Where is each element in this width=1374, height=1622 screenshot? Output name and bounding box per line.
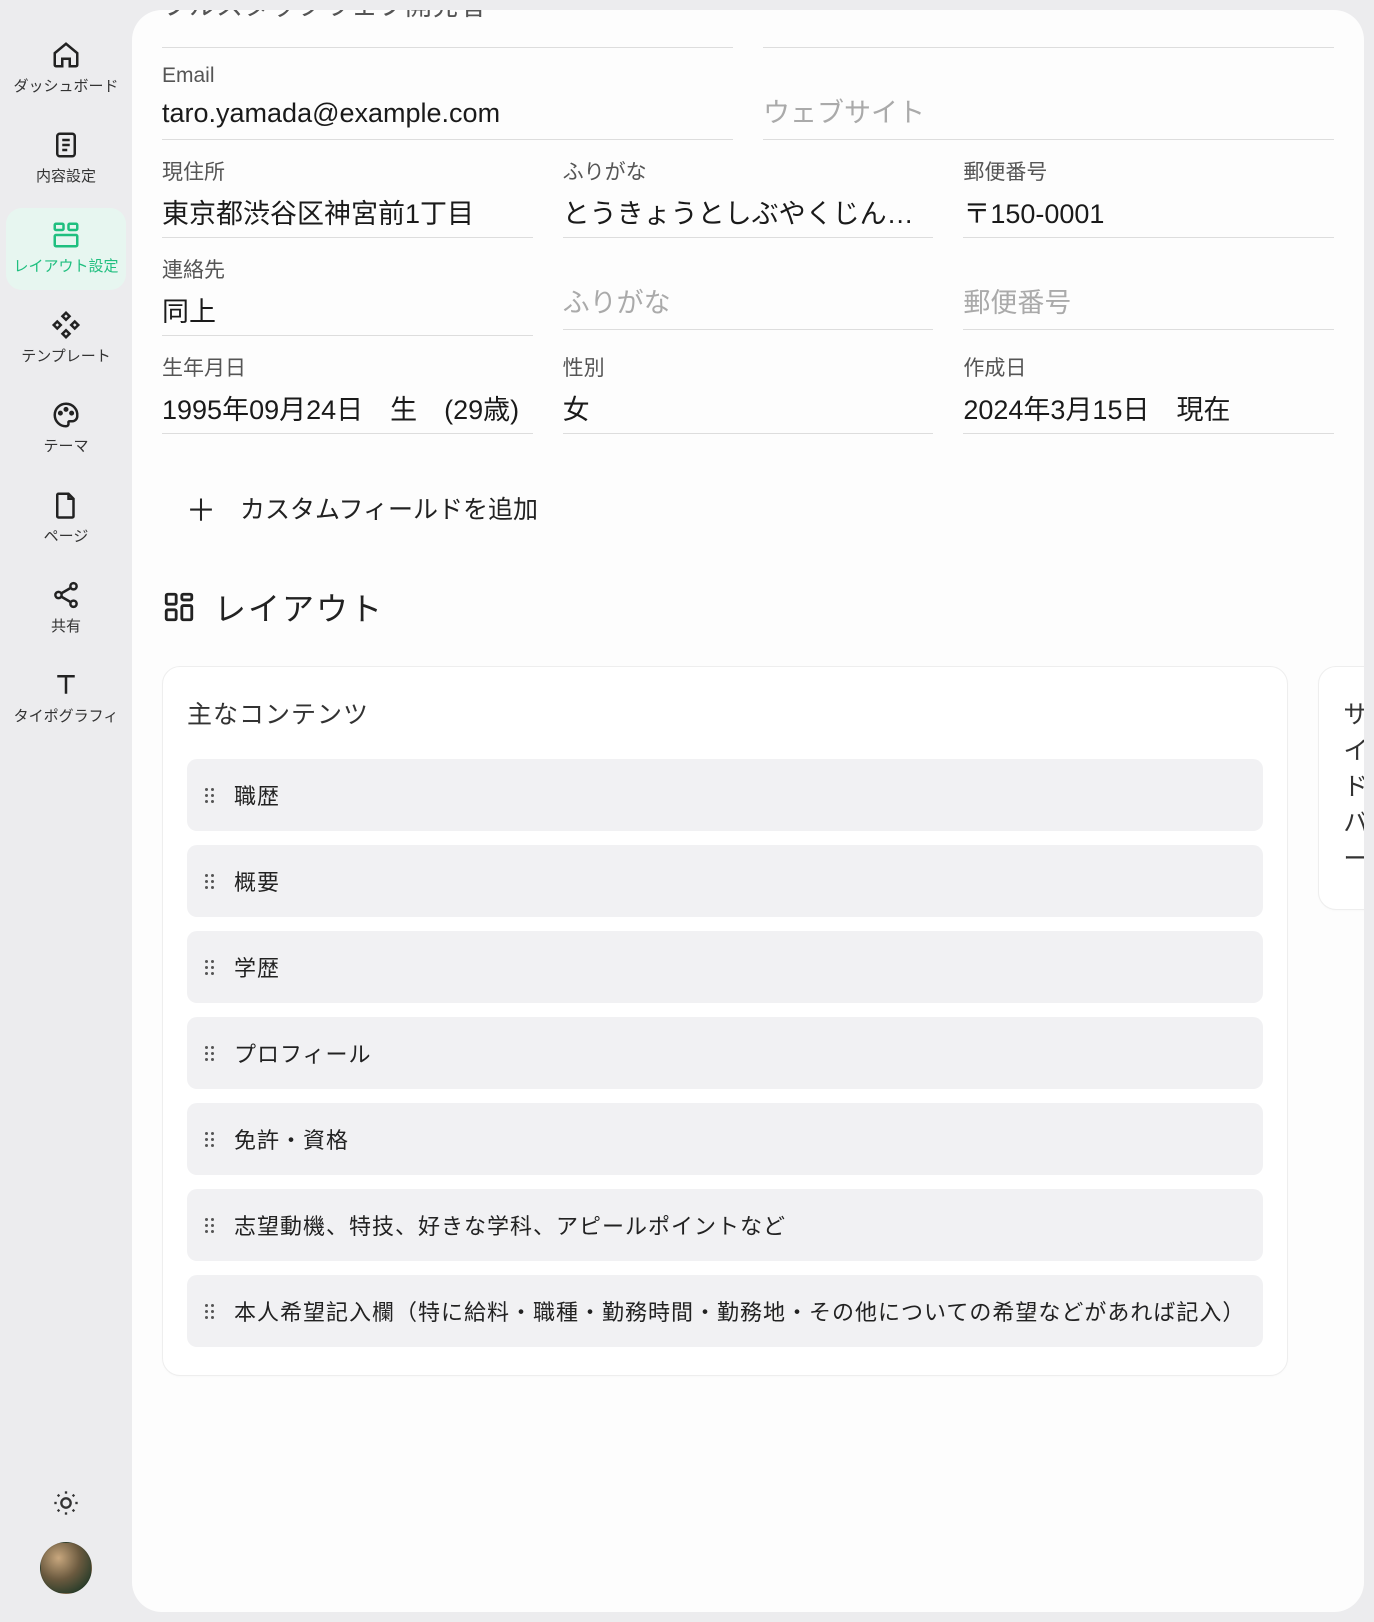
email-input[interactable]: [162, 92, 733, 140]
add-custom-field-button[interactable]: ＋ カスタムフィールドを追加: [162, 450, 1334, 550]
sidebar-item-layout[interactable]: レイアウト設定: [6, 208, 126, 290]
address-input[interactable]: [162, 190, 533, 238]
drag-handle-icon[interactable]: [205, 960, 214, 975]
contact-input[interactable]: [162, 288, 533, 336]
furigana2-input[interactable]: [563, 282, 934, 330]
website-label: [763, 64, 1334, 88]
drag-handle-icon[interactable]: [205, 1046, 214, 1061]
postal2-label: [963, 254, 1334, 278]
theme-toggle-icon[interactable]: [52, 1489, 80, 1522]
sidebar-item-typography[interactable]: タイポグラフィ: [6, 658, 126, 740]
furigana2-label: [563, 254, 934, 278]
sidebar-item-label: 共有: [51, 618, 81, 636]
created-label: 作成日: [963, 352, 1334, 382]
drag-handle-icon[interactable]: [205, 1132, 214, 1147]
headline-field[interactable]: フルスタックウェブ開発者: [162, 10, 733, 48]
gender-field-wrapper: 性別: [563, 352, 934, 434]
postal1-field-wrapper: 郵便番号: [963, 156, 1334, 238]
postal2-field-wrapper: [963, 254, 1334, 336]
created-input[interactable]: [963, 386, 1334, 434]
template-icon: [51, 310, 81, 340]
document-icon: [51, 130, 81, 160]
created-field-wrapper: 作成日: [963, 352, 1334, 434]
dob-label: 生年月日: [162, 352, 533, 382]
furigana1-label: ふりがな: [563, 156, 934, 186]
website-field-wrapper: [763, 64, 1334, 140]
postal1-label: 郵便番号: [963, 156, 1334, 186]
sidebar-item-label: テーマ: [43, 438, 88, 456]
layout-item[interactable]: 志望動機、特技、好きな学科、アピールポイントなど: [187, 1189, 1263, 1261]
layout-item-label: 職歴: [234, 779, 1245, 811]
email-label: Email: [162, 64, 733, 88]
website-input[interactable]: [763, 92, 1334, 140]
dob-field-wrapper: 生年月日: [162, 352, 533, 434]
drag-handle-icon[interactable]: [205, 1304, 214, 1319]
main-content-title: 主なコンテンツ: [187, 695, 1263, 731]
sidebar-item-label: ダッシュボード: [13, 78, 118, 96]
contact-label: 連絡先: [162, 254, 533, 284]
email-field-wrapper: Email: [162, 64, 733, 140]
layout-icon: [51, 220, 81, 250]
layout-item-label: 本人希望記入欄（特に給料・職種・勤務時間・勤務地・その他についての希望などがあれ…: [234, 1295, 1245, 1327]
sidebar-item-page[interactable]: ページ: [6, 478, 126, 560]
furigana2-field-wrapper: [563, 254, 934, 336]
sidebar-item-theme[interactable]: テーマ: [6, 388, 126, 470]
drag-handle-icon[interactable]: [205, 1218, 214, 1233]
layout-item[interactable]: プロフィール: [187, 1017, 1263, 1089]
postal2-input[interactable]: [963, 282, 1334, 330]
layout-item[interactable]: 概要: [187, 845, 1263, 917]
layout-item-label: 志望動機、特技、好きな学科、アピールポイントなど: [234, 1209, 1245, 1241]
gender-label: 性別: [563, 352, 934, 382]
sidebar-item-label: レイアウト設定: [13, 258, 118, 276]
sidebar-item-label: タイポグラフィ: [14, 708, 119, 726]
sidebar-content-title: サイドバー: [1343, 695, 1364, 875]
contact-field-wrapper: 連絡先: [162, 254, 533, 336]
page-icon: [51, 490, 81, 520]
share-icon: [51, 580, 81, 610]
drag-handle-icon[interactable]: [205, 788, 214, 803]
postal1-input[interactable]: [963, 190, 1334, 238]
layout-item[interactable]: 本人希望記入欄（特に給料・職種・勤務時間・勤務地・その他についての希望などがあれ…: [187, 1275, 1263, 1347]
sidebar-item-label: テンプレート: [21, 348, 111, 366]
app-sidebar: ダッシュボード 内容設定 レイアウト設定 テンプレート テーマ ページ 共有: [0, 0, 132, 1622]
home-icon: [51, 40, 81, 70]
furigana1-input[interactable]: [563, 190, 934, 238]
sidebar-item-content[interactable]: 内容設定: [6, 118, 126, 200]
drag-handle-icon[interactable]: [205, 874, 214, 889]
furigana1-field-wrapper: ふりがな: [563, 156, 934, 238]
add-custom-label: カスタムフィールドを追加: [240, 490, 538, 526]
layout-item-label: 学歴: [234, 951, 1245, 983]
sidebar-item-label: ページ: [44, 528, 89, 546]
layout-item-label: 免許・資格: [234, 1123, 1245, 1155]
layout-item-label: プロフィール: [234, 1037, 1245, 1069]
typography-icon: [51, 670, 81, 700]
address-label: 現住所: [162, 156, 533, 186]
layout-item[interactable]: 免許・資格: [187, 1103, 1263, 1175]
sidebar-item-template[interactable]: テンプレート: [6, 298, 126, 380]
layout-heading-icon: [162, 590, 196, 624]
main-panel: フルスタックウェブ開発者 03-1234-5678 Email 現住所 ふりがな…: [132, 10, 1364, 1612]
layout-item[interactable]: 職歴: [187, 759, 1263, 831]
dob-input[interactable]: [162, 386, 533, 434]
phone-field[interactable]: 03-1234-5678: [763, 10, 1334, 48]
palette-icon: [51, 400, 81, 430]
gender-input[interactable]: [563, 386, 934, 434]
sidebar-item-dashboard[interactable]: ダッシュボード: [6, 28, 126, 110]
address-field-wrapper: 現住所: [162, 156, 533, 238]
sidebar-item-label: 内容設定: [36, 168, 96, 186]
plus-icon: ＋: [186, 486, 216, 530]
layout-item[interactable]: 学歴: [187, 931, 1263, 1003]
layout-heading: レイアウト: [162, 584, 1334, 630]
sidebar-item-share[interactable]: 共有: [6, 568, 126, 650]
main-content-card: 主なコンテンツ 職歴概要学歴プロフィール免許・資格志望動機、特技、好きな学科、ア…: [162, 666, 1288, 1376]
user-avatar[interactable]: [40, 1542, 92, 1594]
sidebar-content-card: サイドバー: [1318, 666, 1364, 910]
layout-item-label: 概要: [234, 865, 1245, 897]
